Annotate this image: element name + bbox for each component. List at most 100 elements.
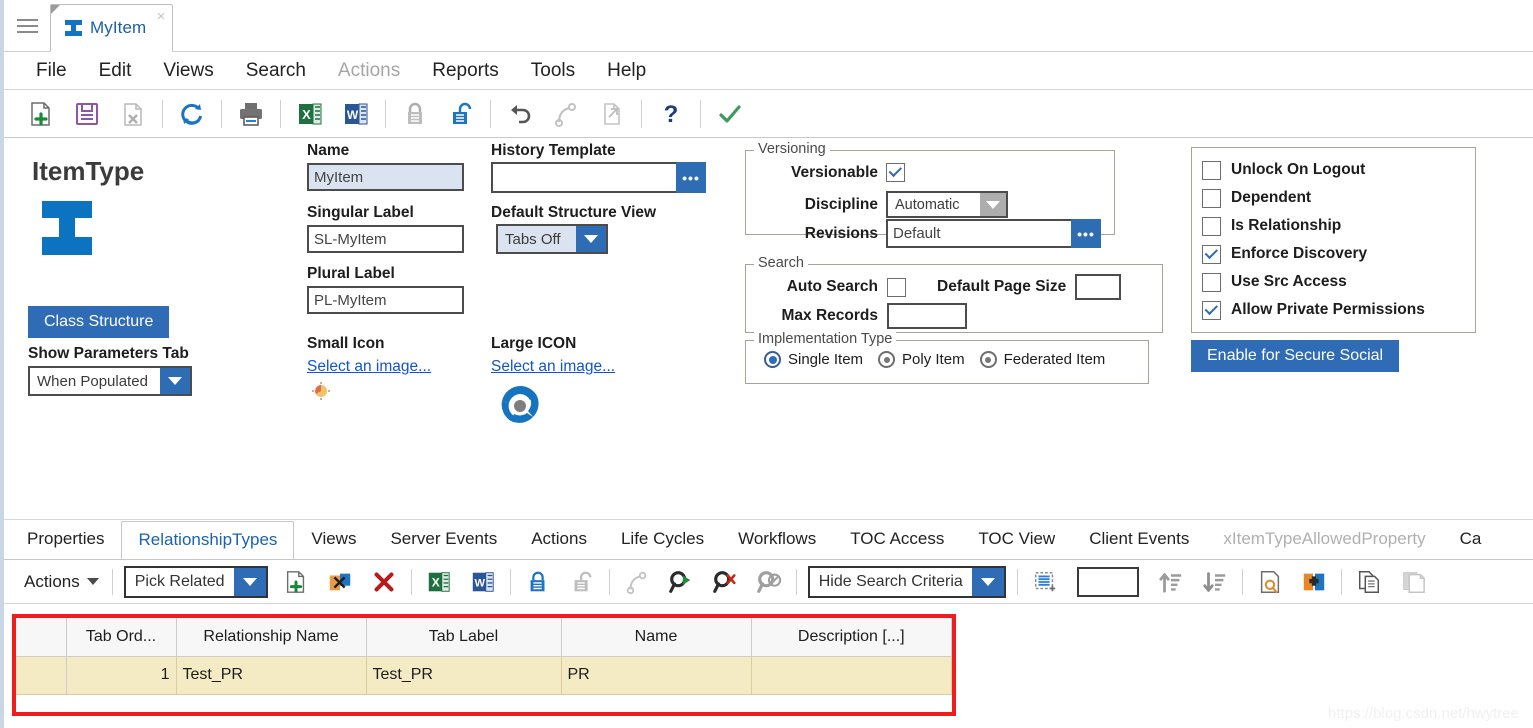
max-records-input[interactable] bbox=[887, 303, 967, 329]
enable-secure-social-button[interactable]: Enable for Secure Social bbox=[1191, 340, 1400, 372]
chevron-down-icon[interactable] bbox=[971, 567, 1004, 596]
column-header-tab-order[interactable]: Tab Ord... bbox=[66, 618, 177, 657]
hamburger-icon[interactable] bbox=[4, 1, 50, 51]
tab-views[interactable]: Views bbox=[294, 520, 373, 559]
grid-page-size-input[interactable] bbox=[1076, 566, 1139, 597]
dependent-checkbox[interactable] bbox=[1202, 188, 1221, 208]
export-word-icon[interactable]: W bbox=[461, 563, 505, 601]
column-header-relationship-name[interactable]: Relationship Name bbox=[176, 618, 367, 657]
unlock-icon[interactable] bbox=[438, 94, 484, 134]
flag-use-src-access[interactable]: Use Src Access bbox=[1202, 268, 1461, 296]
pick-related-select[interactable]: Pick Related bbox=[123, 565, 268, 598]
menu-item-file[interactable]: File bbox=[20, 60, 83, 82]
insert-row-icon[interactable] bbox=[1023, 563, 1067, 601]
print-icon[interactable] bbox=[228, 94, 274, 134]
history-template-input[interactable] bbox=[491, 162, 676, 193]
run-search-icon[interactable] bbox=[659, 563, 703, 601]
is-relationship-checkbox[interactable] bbox=[1202, 216, 1221, 236]
search-page-icon[interactable] bbox=[1248, 563, 1292, 601]
tab-server-events[interactable]: Server Events bbox=[373, 520, 514, 559]
flag-unlock-on-logout[interactable]: Unlock On Logout bbox=[1202, 156, 1461, 184]
cell-tab-label[interactable]: Test_PR bbox=[366, 656, 562, 695]
hide-search-criteria-select[interactable]: Hide Search Criteria bbox=[807, 565, 1006, 598]
large-icon-select-link[interactable]: Select an image... bbox=[491, 358, 615, 376]
menu-item-tools[interactable]: Tools bbox=[515, 60, 591, 82]
menu-item-edit[interactable]: Edit bbox=[83, 60, 148, 82]
menu-item-views[interactable]: Views bbox=[147, 60, 229, 82]
sort-ascending-icon[interactable] bbox=[1149, 563, 1193, 601]
name-input[interactable]: MyItem bbox=[307, 163, 464, 191]
radio-single-item[interactable] bbox=[764, 351, 781, 368]
cell-name[interactable]: PR bbox=[561, 656, 752, 695]
class-structure-button[interactable]: Class Structure bbox=[28, 306, 170, 338]
done-check-icon[interactable] bbox=[707, 94, 753, 134]
flag-enforce-discovery[interactable]: Enforce Discovery bbox=[1202, 240, 1461, 268]
chevron-down-icon[interactable] bbox=[576, 226, 606, 252]
default-structure-view-select[interactable]: Tabs Off bbox=[496, 224, 608, 254]
tab-properties[interactable]: Properties bbox=[10, 520, 121, 559]
use-src-access-checkbox[interactable] bbox=[1202, 272, 1221, 292]
auto-search-checkbox[interactable] bbox=[887, 277, 906, 297]
export-word-icon[interactable]: W bbox=[333, 94, 379, 134]
pick-related-item-icon[interactable] bbox=[318, 563, 362, 601]
help-icon[interactable]: ? bbox=[648, 94, 694, 134]
allow-private-permissions-checkbox[interactable] bbox=[1202, 300, 1221, 320]
cell-relationship-name[interactable]: Test_PR bbox=[176, 656, 367, 695]
menu-item-search[interactable]: Search bbox=[230, 60, 322, 82]
chevron-down-icon[interactable] bbox=[160, 368, 190, 394]
column-header-tab-label[interactable]: Tab Label bbox=[366, 618, 562, 657]
chevron-down-icon[interactable] bbox=[980, 193, 1006, 216]
save-icon[interactable] bbox=[64, 94, 110, 134]
tab-xitemtypeallowedproperty[interactable]: xItemTypeAllowedProperty bbox=[1206, 520, 1442, 559]
delete-relationship-icon[interactable] bbox=[362, 563, 406, 601]
create-relationship-icon[interactable] bbox=[274, 563, 318, 601]
undo-icon[interactable] bbox=[497, 94, 543, 134]
revisions-picker[interactable]: Default ••• bbox=[886, 219, 1101, 248]
singular-label-input[interactable]: SL-MyItem bbox=[307, 225, 464, 253]
history-template-picker[interactable]: ••• bbox=[491, 162, 706, 193]
discipline-select[interactable]: Automatic bbox=[886, 191, 1008, 218]
grid-actions-menu[interactable]: Actions bbox=[16, 572, 107, 592]
enforce-discovery-checkbox[interactable] bbox=[1202, 244, 1221, 264]
tab-client-events[interactable]: Client Events bbox=[1072, 520, 1206, 559]
tab-actions[interactable]: Actions bbox=[514, 520, 604, 559]
tab-toc-view[interactable]: TOC View bbox=[961, 520, 1072, 559]
refresh-icon[interactable] bbox=[169, 94, 215, 134]
export-excel-icon[interactable]: X bbox=[287, 94, 333, 134]
default-page-size-input[interactable] bbox=[1075, 274, 1122, 300]
tab-workflows[interactable]: Workflows bbox=[721, 520, 833, 559]
plural-label-input[interactable]: PL-MyItem bbox=[307, 286, 464, 314]
show-parameters-tab-select[interactable]: When Populated bbox=[28, 366, 192, 396]
new-item-icon[interactable] bbox=[18, 94, 64, 134]
sort-descending-icon[interactable] bbox=[1193, 563, 1237, 601]
tab-life-cycles[interactable]: Life Cycles bbox=[604, 520, 721, 559]
radio-poly-item[interactable] bbox=[878, 351, 896, 368]
column-header-description[interactable]: Description [...] bbox=[751, 618, 952, 657]
flag-allow-private-permissions[interactable]: Allow Private Permissions bbox=[1202, 296, 1461, 324]
radio-federated-item[interactable] bbox=[979, 351, 997, 368]
export-excel-icon[interactable]: X bbox=[417, 563, 461, 601]
tab-toc-access[interactable]: TOC Access bbox=[833, 520, 961, 559]
table-row[interactable]: 1 Test_PR Test_PR PR bbox=[16, 656, 952, 695]
revisions-input[interactable]: Default bbox=[886, 219, 1071, 248]
column-header-name[interactable]: Name bbox=[561, 618, 752, 657]
close-icon[interactable]: × bbox=[157, 9, 166, 24]
revisions-browse-button[interactable]: ••• bbox=[1071, 219, 1101, 248]
document-tab-myitem[interactable]: MyItem × bbox=[50, 4, 174, 52]
unlock-on-logout-checkbox[interactable] bbox=[1202, 160, 1221, 180]
clear-search-icon[interactable] bbox=[703, 563, 747, 601]
flag-dependent[interactable]: Dependent bbox=[1202, 184, 1461, 212]
cell-tab-order[interactable]: 1 bbox=[66, 656, 177, 695]
menu-item-reports[interactable]: Reports bbox=[416, 60, 515, 82]
row-select-cell[interactable] bbox=[16, 656, 67, 695]
history-template-browse-button[interactable]: ••• bbox=[676, 162, 706, 193]
versionable-checkbox[interactable] bbox=[886, 163, 905, 182]
tab-ca[interactable]: Ca bbox=[1443, 520, 1499, 559]
cell-description[interactable] bbox=[751, 656, 952, 695]
tab-relationshiptypes[interactable]: RelationshipTypes bbox=[121, 521, 295, 559]
chevron-down-icon[interactable] bbox=[233, 567, 266, 596]
add-puzzle-icon[interactable] bbox=[1292, 563, 1336, 601]
menu-item-help[interactable]: Help bbox=[591, 60, 662, 82]
column-header-select[interactable] bbox=[16, 618, 67, 657]
flag-is-relationship[interactable]: Is Relationship bbox=[1202, 212, 1461, 240]
